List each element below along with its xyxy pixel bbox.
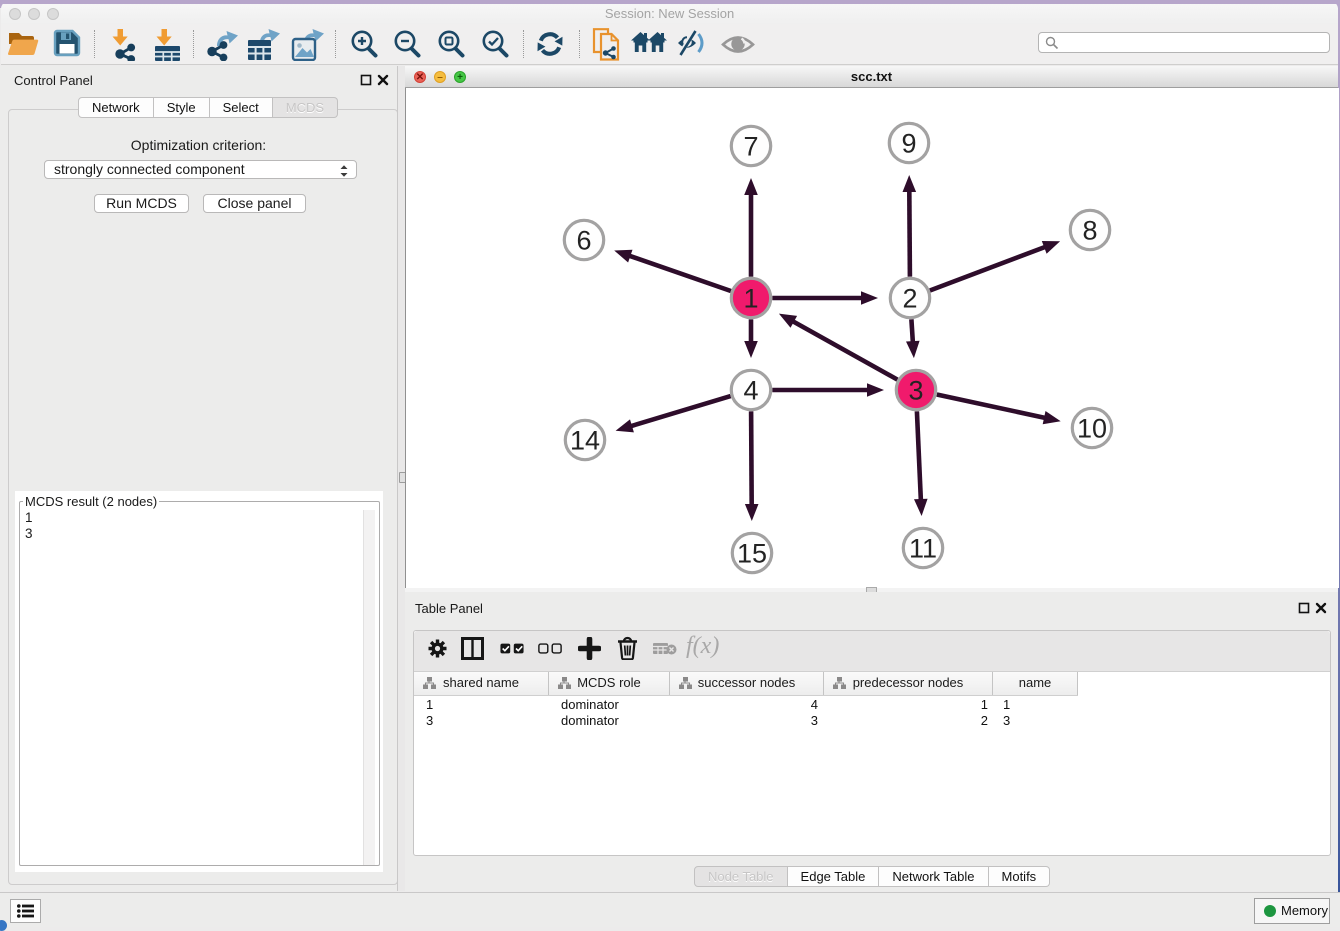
svg-text:3: 3 bbox=[908, 376, 923, 406]
svg-text:1: 1 bbox=[743, 284, 758, 314]
svg-text:11: 11 bbox=[909, 534, 937, 564]
svg-text:10: 10 bbox=[1077, 414, 1107, 444]
svg-text:15: 15 bbox=[737, 539, 767, 569]
svg-text:2: 2 bbox=[902, 284, 917, 314]
svg-text:6: 6 bbox=[576, 226, 591, 256]
svg-text:9: 9 bbox=[901, 129, 916, 159]
svg-text:14: 14 bbox=[570, 426, 600, 456]
svg-text:7: 7 bbox=[743, 132, 758, 162]
svg-text:8: 8 bbox=[1082, 216, 1097, 246]
svg-text:4: 4 bbox=[743, 376, 758, 406]
